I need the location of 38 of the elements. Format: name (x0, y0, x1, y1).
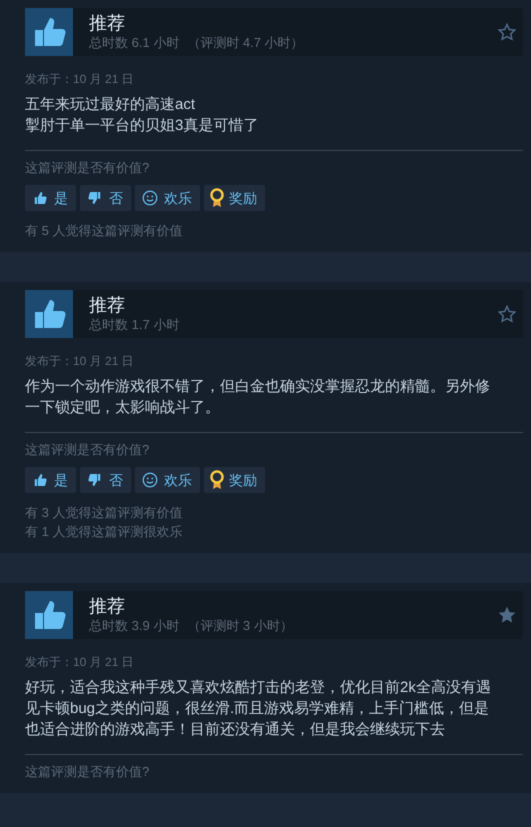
yes-button[interactable]: 是 (25, 467, 76, 493)
posted-date: 发布于：10 月 21 日 (25, 654, 135, 671)
award-button[interactable]: 奖励 (204, 467, 265, 493)
yes-button[interactable]: 是 (25, 185, 76, 211)
review-text: 好玩，适合我这种手残又喜欢炫酷打击的老登，优化目前2k全高没有遇见卡顿bug之类的问题，很丝滑.而且游戏易学难精，上手门槛低，但是也适合进阶的游戏高手！目前还没有通关，但是我会继续玩下去 (25, 678, 492, 740)
thumbs-up-icon (25, 290, 73, 338)
verdict-title: 推荐 (89, 595, 126, 617)
helpful-count: 有 3 人觉得这篇评测有价值 (25, 504, 184, 522)
posted-date: 发布于：10 月 21 日 (25, 71, 135, 88)
playtime-text: 总时数 1.7 小时 (89, 316, 180, 334)
review-playtime-text: （评测时 3 小时） (187, 617, 293, 635)
thumbs-up-icon (25, 8, 73, 56)
posted-date: 发布于：10 月 21 日 (25, 353, 135, 370)
helpful-question: 这篇评测是否有价值? (25, 763, 150, 781)
star-icon[interactable] (497, 22, 517, 42)
funny-button[interactable]: 欢乐 (135, 185, 200, 211)
star-icon[interactable] (497, 605, 517, 625)
smiley-icon (141, 189, 159, 207)
funny-button[interactable]: 欢乐 (135, 467, 200, 493)
helpful-question: 这篇评测是否有价值? (25, 441, 150, 459)
no-button[interactable]: 否 (80, 185, 131, 211)
thumbs-up-icon (25, 591, 73, 639)
star-icon[interactable] (497, 304, 517, 324)
playtime-text: 总时数 3.9 小时 (89, 617, 180, 635)
smiley-icon (141, 471, 159, 489)
no-button[interactable]: 否 (80, 467, 131, 493)
award-icon (210, 470, 224, 490)
helpful-count: 有 1 人觉得这篇评测很欢乐 (25, 523, 184, 541)
verdict-title: 推荐 (89, 12, 126, 34)
award-button[interactable]: 奖励 (204, 185, 265, 211)
helpful-question: 这篇评测是否有价值? (25, 159, 150, 177)
award-icon (210, 188, 224, 208)
review-playtime-text: （评测时 4.7 小时） (187, 34, 304, 52)
verdict-title: 推荐 (89, 294, 126, 316)
review-text: 作为一个动作游戏很不错了，但白金也确实没掌握忍龙的精髓。另外修一下锁定吧，太影响战斗了。 (25, 377, 491, 418)
helpful-count: 有 5 人觉得这篇评测有价值 (25, 222, 184, 240)
playtime-text: 总时数 6.1 小时 (89, 34, 180, 52)
review-text: 五年来玩过最好的高速act 掣肘于单一平台的贝姐3真是可惜了 (25, 95, 260, 136)
